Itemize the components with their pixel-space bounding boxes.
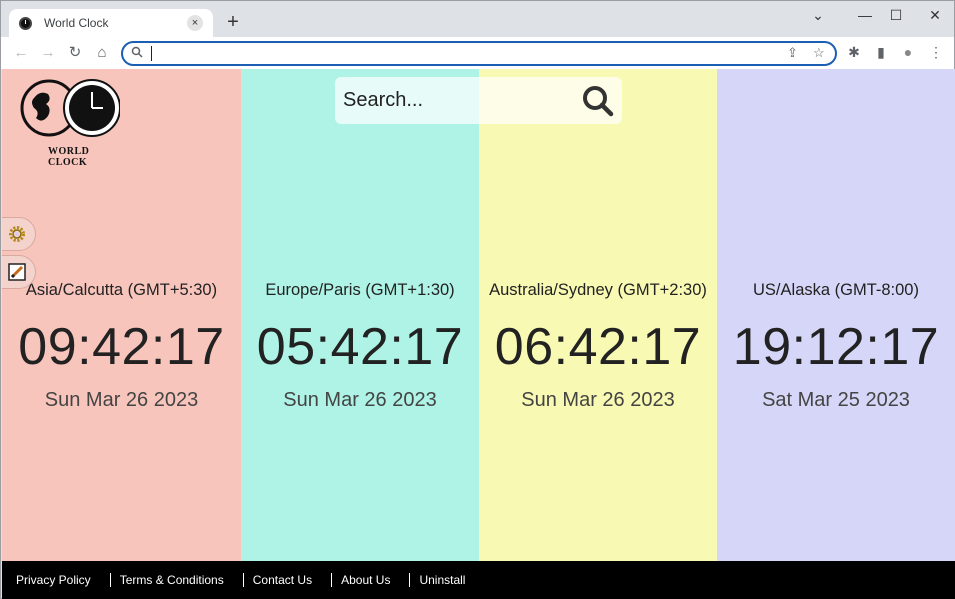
clock-date: Sun Mar 26 2023 <box>44 389 199 411</box>
tab-close-icon[interactable]: × <box>187 15 203 31</box>
timezone-label: Asia/Calcutta (GMT+5:30) <box>25 281 218 299</box>
edit-pencil-icon <box>8 263 26 281</box>
gear-icon <box>9 226 25 242</box>
clock-favicon-icon <box>19 16 32 30</box>
clock-date: Sat Mar 25 2023 <box>762 389 910 411</box>
side-panel-icon[interactable]: ▮ <box>872 44 890 61</box>
clock-time: 05:42:17 <box>256 318 464 376</box>
new-tab-button[interactable]: + <box>223 12 243 32</box>
close-window-button[interactable]: ✕ <box>920 5 950 25</box>
clock-panel: Australia/Sydney (GMT+2:30) 06:42:17 Sun… <box>479 69 717 561</box>
search-icon <box>131 46 143 61</box>
timezone-label: US/Alaska (GMT-8:00) <box>753 281 919 299</box>
extensions-puzzle-icon[interactable]: ✱ <box>845 44 863 61</box>
globe-clock-logo-icon <box>20 79 121 137</box>
timezone-label: Australia/Sydney (GMT+2:30) <box>489 281 707 299</box>
clock-panel: US/Alaska (GMT-8:00) 19:12:17 Sat Mar 25… <box>717 69 955 561</box>
clock-panel: Europe/Paris (GMT+1:30) 05:42:17 Sun Mar… <box>241 69 479 561</box>
search-input[interactable] <box>343 87 573 113</box>
browser-menu-icon[interactable]: ⋮ <box>927 44 945 61</box>
clock-date: Sun Mar 26 2023 <box>283 389 437 411</box>
tab-strip: World Clock × + ⌄ — ☐ ✕ <box>1 1 954 37</box>
browser-window: World Clock × + ⌄ — ☐ ✕ ← → ↻ ⌂ ⇪ ☆ ✱ ▮ … <box>0 0 955 599</box>
profile-avatar-icon[interactable]: ● <box>899 44 917 60</box>
reload-button[interactable]: ↻ <box>65 43 85 63</box>
clock-time: 06:42:17 <box>494 318 702 376</box>
clock-date: Sun Mar 26 2023 <box>521 389 675 411</box>
tab-search-chevron-icon[interactable]: ⌄ <box>803 5 833 25</box>
footer: Privacy Policy Terms & Conditions Contac… <box>2 561 955 599</box>
text-caret <box>151 46 152 61</box>
home-button[interactable]: ⌂ <box>92 43 112 63</box>
clock-time: 19:12:17 <box>732 318 940 376</box>
footer-divider <box>109 573 111 587</box>
minimize-button[interactable]: — <box>850 5 880 25</box>
world-clock-page: Asia/Calcutta (GMT+5:30) 09:42:17 Sun Ma… <box>2 69 955 599</box>
footer-divider <box>331 573 333 587</box>
tab-world-clock[interactable]: World Clock × <box>9 9 213 37</box>
browser-toolbar: ← → ↻ ⌂ ⇪ ☆ ✱ ▮ ● ⋮ <box>1 37 954 69</box>
forward-button[interactable]: → <box>38 43 58 63</box>
edit-button[interactable] <box>2 255 36 289</box>
address-bar[interactable]: ⇪ ☆ <box>121 41 837 66</box>
search-button[interactable] <box>580 83 616 119</box>
footer-link-contact[interactable]: Contact Us <box>253 573 312 587</box>
share-icon[interactable]: ⇪ <box>787 45 798 61</box>
tab-title: World Clock <box>44 16 109 30</box>
timezone-label: Europe/Paris (GMT+1:30) <box>265 281 455 299</box>
search-box <box>335 77 622 124</box>
footer-link-privacy-policy[interactable]: Privacy Policy <box>16 573 91 587</box>
footer-divider <box>242 573 244 587</box>
bookmark-star-icon[interactable]: ☆ <box>813 45 825 61</box>
footer-divider <box>409 573 411 587</box>
maximize-button[interactable]: ☐ <box>881 5 911 25</box>
world-clock-logo[interactable]: WORLD CLOCK <box>20 78 121 168</box>
footer-link-terms[interactable]: Terms & Conditions <box>120 573 224 587</box>
footer-link-uninstall[interactable]: Uninstall <box>419 573 465 587</box>
logo-text: WORLD CLOCK <box>48 146 90 168</box>
magnifier-icon <box>583 86 614 117</box>
clock-time: 09:42:17 <box>18 318 225 376</box>
back-button[interactable]: ← <box>11 43 31 63</box>
footer-link-about[interactable]: About Us <box>341 573 390 587</box>
settings-button[interactable] <box>2 217 36 251</box>
